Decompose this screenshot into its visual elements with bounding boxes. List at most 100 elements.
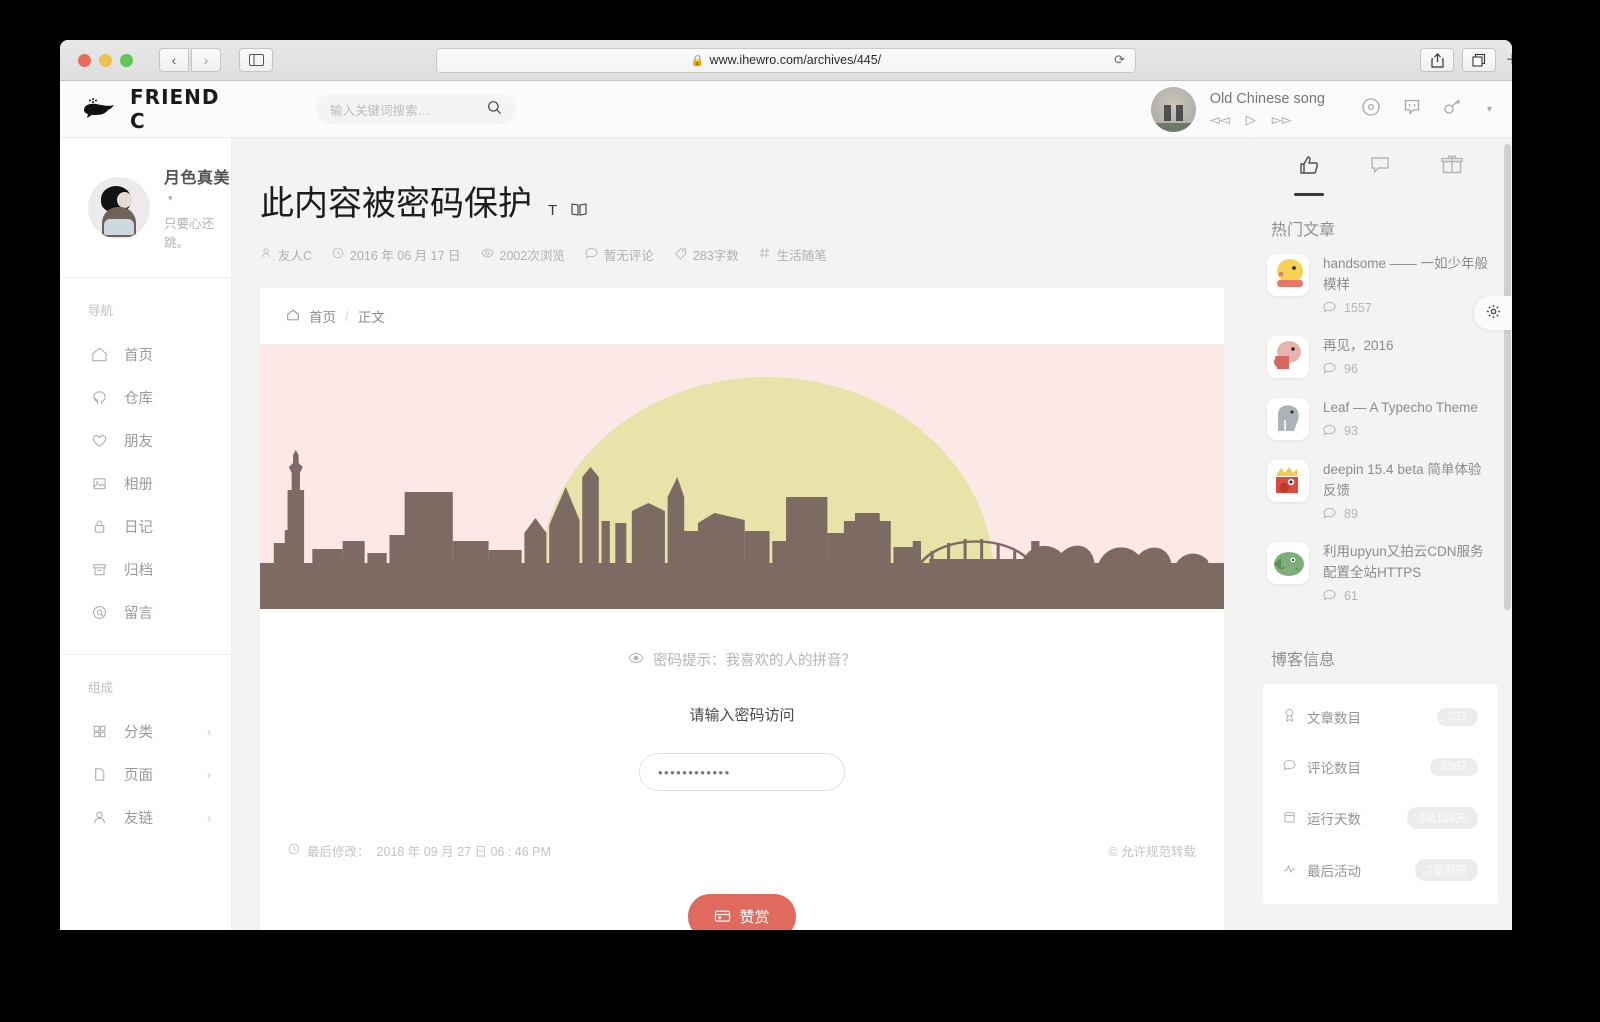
- sidebar-item-album[interactable]: 相册: [60, 462, 231, 505]
- sidebar-item-diary[interactable]: 日记: [60, 505, 231, 548]
- blog-info-label: 评论数目: [1307, 760, 1361, 776]
- github-icon: [90, 389, 108, 407]
- list-item[interactable]: deepin 15.4 beta 简单体验反馈 89: [1267, 459, 1494, 522]
- meta-category-text: 生活随笔: [776, 249, 827, 263]
- back-button[interactable]: ‹: [159, 48, 189, 72]
- profile-name[interactable]: 月色真美 ▾: [164, 164, 231, 206]
- meta-date-text: 2016 年 06 月 17 日: [350, 249, 461, 263]
- sidebar-item-friends[interactable]: 朋友: [60, 419, 231, 462]
- meta-category[interactable]: 生活随笔: [759, 245, 827, 264]
- share-button[interactable]: [1420, 48, 1454, 72]
- password-hint: 密码提示：我喜欢的人的拼音？: [260, 649, 1224, 670]
- comment-icon: [1323, 589, 1336, 604]
- image-icon: [90, 475, 108, 493]
- sidebar-toggle-button[interactable]: [239, 48, 273, 72]
- list-item[interactable]: 利用upyun又拍云CDN服务配置全站HTTPS 61: [1267, 541, 1494, 604]
- blog-info-title: 博客信息: [1271, 651, 1336, 669]
- sidebar-item-archive[interactable]: 归档: [60, 548, 231, 591]
- sidebar-item-label: 仓库: [124, 391, 153, 407]
- search-icon[interactable]: [487, 100, 502, 118]
- list-item[interactable]: Leaf — A Typecho Theme 93: [1267, 397, 1494, 440]
- comment-count-value: 61: [1344, 589, 1358, 604]
- next-track-button[interactable]: ▻▻: [1272, 112, 1292, 128]
- comment-icon: [1323, 362, 1336, 377]
- password-prompt: 请输入密码访问: [689, 707, 795, 724]
- left-sidebar: 月色真美▾ 只要心还跳。 导航 首页 仓库 朋友 相册 日记 归档 留言 组成 …: [60, 81, 232, 930]
- tab-likes[interactable]: [1298, 154, 1320, 196]
- list-item[interactable]: handsome —— 一如少年般模样 1557: [1267, 254, 1494, 316]
- book-icon[interactable]: [571, 202, 587, 220]
- reward-button[interactable]: 赞赏: [688, 894, 796, 930]
- calendar-icon: [1283, 810, 1297, 826]
- article-thumbnail: [1267, 541, 1309, 584]
- key-icon[interactable]: [1443, 98, 1465, 121]
- password-section: 密码提示：我喜欢的人的拼音？ 请输入密码访问 提交: [260, 609, 1224, 819]
- heart-icon: [90, 432, 108, 450]
- comment-icon: [1323, 301, 1336, 316]
- thumbs-up-icon: [1300, 156, 1318, 174]
- prev-track-button[interactable]: ◅◅: [1210, 112, 1230, 128]
- comment-count: 61: [1323, 589, 1494, 604]
- scrollbar-thumb[interactable]: [1504, 144, 1511, 610]
- last-modified-label: 最后修改：: [307, 845, 370, 859]
- chat-icon[interactable]: [1403, 98, 1421, 121]
- show-tabs-button[interactable]: [1462, 48, 1496, 72]
- medal-icon: [1283, 708, 1297, 725]
- profile-block[interactable]: 月色真美 ▾ 只要心还跳。: [60, 138, 231, 278]
- whale-icon: [80, 97, 122, 121]
- chevron-right-icon: ›: [207, 767, 211, 782]
- profile-motto: 只要心还跳。: [164, 217, 215, 250]
- blog-info-label: 文章数目: [1307, 710, 1361, 726]
- user-icon: [260, 247, 272, 262]
- disc-icon[interactable]: [1361, 97, 1381, 122]
- article-thumbnail: [1267, 335, 1309, 378]
- breadcrumb-home[interactable]: 首页: [309, 306, 336, 326]
- url-bar[interactable]: 🔒 www.ihewro.com/archives/445/ ⟳: [436, 47, 1136, 73]
- sidebar-item-home[interactable]: 首页: [60, 333, 231, 376]
- browser-window: ‹ › 🔒 www.ihewro.com/archives/445/ ⟳ 月色真…: [60, 40, 1512, 930]
- comment-count-value: 96: [1344, 362, 1358, 377]
- tab-gifts[interactable]: [1441, 154, 1463, 196]
- blog-info-label: 最后活动: [1307, 863, 1361, 879]
- blog-info-label: 运行天数: [1307, 811, 1361, 827]
- article-title: 利用upyun又拍云CDN服务配置全站HTTPS: [1323, 543, 1484, 580]
- chevron-right-icon: ›: [207, 724, 211, 739]
- list-item[interactable]: 再见，2016 96: [1267, 335, 1494, 378]
- sidebar-item-pages[interactable]: 页面 ›: [60, 753, 231, 796]
- comment-count: 89: [1323, 507, 1494, 522]
- reload-button[interactable]: ⟳: [1114, 52, 1125, 68]
- site-logo[interactable]: FRIEND C: [60, 85, 232, 133]
- sidebar-item-repository[interactable]: 仓库: [60, 376, 231, 419]
- maximize-window-button[interactable]: [120, 53, 133, 67]
- sidebar-item-categories[interactable]: 分类 ›: [60, 710, 231, 753]
- page-content: 此内容被密码保护 T 友人C 2016 年 06 月 17 日 2002次浏览 …: [232, 81, 1512, 930]
- album-cover[interactable]: [1150, 86, 1196, 132]
- page-scrollbar[interactable]: [1504, 138, 1512, 930]
- chevron-down-icon[interactable]: ▾: [1487, 104, 1492, 115]
- status-badge: 6567: [1430, 757, 1478, 776]
- eye-icon: [480, 247, 494, 262]
- forward-button[interactable]: ›: [191, 48, 221, 72]
- settings-panel-toggle[interactable]: [1474, 296, 1512, 330]
- clock-icon: [288, 843, 300, 858]
- search-input[interactable]: 输入关键词搜索…: [316, 94, 516, 124]
- article-title: deepin 15.4 beta 简单体验反馈: [1323, 461, 1482, 498]
- tab-comments[interactable]: [1369, 154, 1391, 196]
- meta-author-text: 友人C: [278, 249, 313, 263]
- archive-icon: [90, 561, 108, 579]
- minimize-window-button[interactable]: [99, 53, 112, 67]
- password-input[interactable]: [640, 754, 844, 790]
- text-size-icon[interactable]: T: [548, 202, 557, 219]
- play-button[interactable]: ▷: [1246, 112, 1256, 128]
- sidebar-icon: [248, 54, 264, 66]
- sidebar-item-guestbook[interactable]: 留言: [60, 591, 231, 634]
- site-header: FRIEND C 输入关键词搜索… Old Chinese song ◅◅ ▷: [60, 81, 1512, 138]
- article-title: Leaf — A Typecho Theme: [1323, 399, 1478, 415]
- sidebar-item-links[interactable]: 友链 ›: [60, 796, 231, 839]
- comment-count: 96: [1323, 362, 1394, 377]
- nav-group-label: 导航: [88, 304, 114, 318]
- new-tab-button[interactable]: +: [1506, 49, 1512, 72]
- meta-comments-text: 暂无评论: [603, 249, 654, 263]
- article-column: 此内容被密码保护 T 友人C 2016 年 06 月 17 日 2002次浏览 …: [232, 138, 1252, 930]
- close-window-button[interactable]: [78, 53, 91, 67]
